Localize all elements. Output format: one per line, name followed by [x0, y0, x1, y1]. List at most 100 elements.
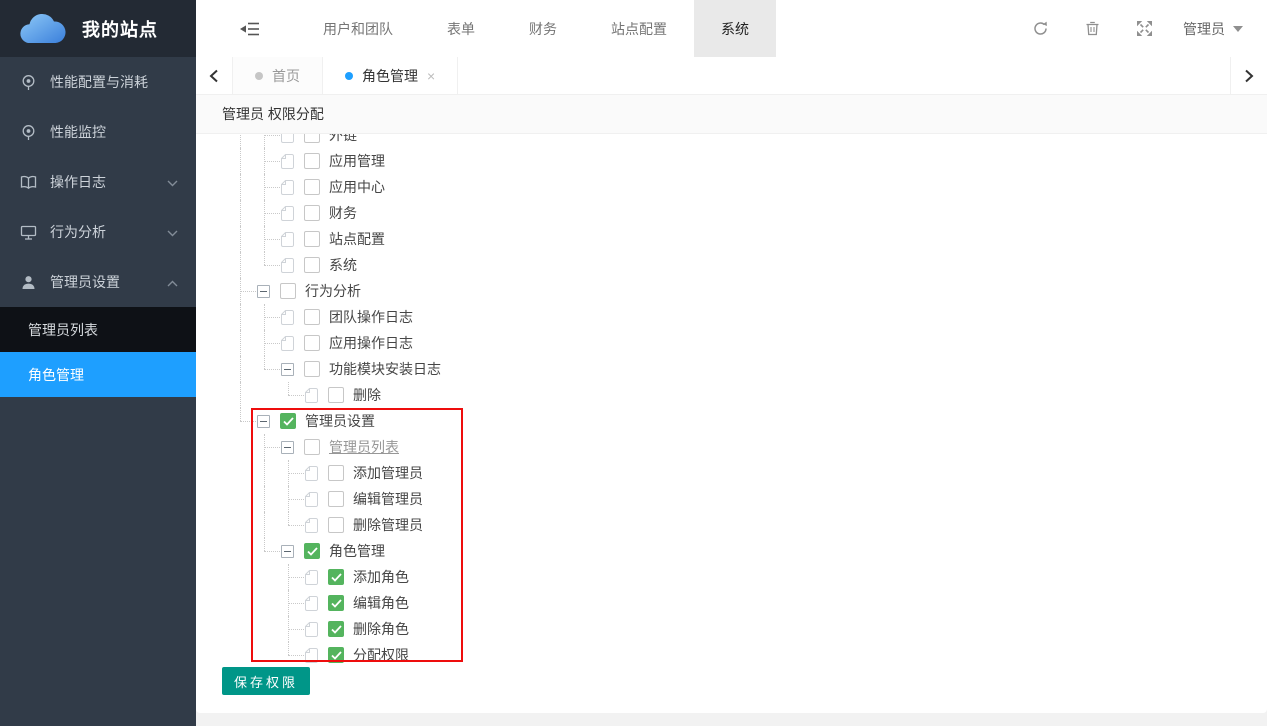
- tree-node-label[interactable]: 团队操作日志: [329, 307, 413, 327]
- tree-node-label[interactable]: 外链: [329, 134, 357, 145]
- tab-label: 角色管理: [362, 66, 418, 86]
- tree-checkbox[interactable]: [328, 517, 344, 533]
- tree-connector: [281, 382, 305, 408]
- tree-node-label[interactable]: 应用操作日志: [329, 333, 413, 353]
- tree-node-label[interactable]: 删除角色: [353, 619, 409, 639]
- tree-checkbox[interactable]: [304, 335, 320, 351]
- tree-node-label[interactable]: 功能模块安装日志: [329, 359, 441, 379]
- sidebar: 我的站点 性能配置与消耗性能监控操作日志行为分析管理员设置 管理员列表角色管理: [0, 0, 196, 726]
- tree-node-label[interactable]: 删除: [353, 385, 381, 405]
- tree-row: 行为分析: [233, 278, 441, 304]
- tree-checkbox[interactable]: [328, 491, 344, 507]
- tree-checkbox[interactable]: [304, 361, 320, 377]
- tree-node-label[interactable]: 系统: [329, 255, 357, 275]
- nav-item[interactable]: 站点配置: [584, 0, 694, 57]
- tree-node-label[interactable]: 行为分析: [305, 281, 361, 301]
- nav-item[interactable]: 表单: [420, 0, 502, 57]
- nav-item[interactable]: 系统: [694, 0, 776, 57]
- tab-scroll-right-icon[interactable]: [1230, 57, 1267, 94]
- sidebar-item[interactable]: 性能配置与消耗: [0, 57, 196, 107]
- sidebar-item[interactable]: 管理员设置: [0, 257, 196, 307]
- sidebar-subitem[interactable]: 管理员列表: [0, 307, 196, 352]
- file-icon: [281, 154, 294, 169]
- tree-checkbox[interactable]: [304, 179, 320, 195]
- tree-node-label[interactable]: 管理员设置: [305, 411, 375, 431]
- tree-checkbox[interactable]: [280, 413, 296, 429]
- sidebar-item-label: 行为分析: [50, 222, 167, 242]
- collapse-toggle-icon[interactable]: [281, 545, 294, 558]
- chevron-down-icon: [167, 224, 178, 240]
- user-dropdown[interactable]: 管理员: [1183, 19, 1243, 39]
- tree-checkbox[interactable]: [328, 647, 344, 663]
- page-title-bar: 管理员 权限分配: [196, 95, 1267, 134]
- tree-connector: [233, 408, 257, 434]
- collapse-toggle-icon[interactable]: [281, 363, 294, 376]
- tree-node-label[interactable]: 编辑管理员: [353, 489, 423, 509]
- tree-checkbox[interactable]: [280, 283, 296, 299]
- tree-checkbox[interactable]: [328, 569, 344, 585]
- tree-checkbox[interactable]: [304, 309, 320, 325]
- cloud-logo-icon: [16, 13, 66, 45]
- tree-node-label[interactable]: 分配权限: [353, 645, 409, 665]
- sidebar-subitem[interactable]: 角色管理: [0, 352, 196, 397]
- file-icon: [305, 466, 318, 481]
- collapse-toggle-icon[interactable]: [281, 441, 294, 454]
- tree-node-label[interactable]: 编辑角色: [353, 593, 409, 613]
- collapse-toggle-icon[interactable]: [257, 415, 270, 428]
- tree-node-label[interactable]: 添加管理员: [353, 463, 423, 483]
- tab-active[interactable]: 角色管理 ×: [323, 57, 458, 94]
- tree-node-label[interactable]: 财务: [329, 203, 357, 223]
- sidebar-item[interactable]: 操作日志: [0, 157, 196, 207]
- sidebar-item[interactable]: 行为分析: [0, 207, 196, 257]
- tree-row: 系统: [233, 252, 441, 278]
- trash-icon[interactable]: [1084, 20, 1101, 37]
- tree-node-label[interactable]: 角色管理: [329, 541, 385, 561]
- nav-item[interactable]: 用户和团队: [296, 0, 420, 57]
- tree-node-label[interactable]: 应用管理: [329, 151, 385, 171]
- collapse-sidebar-icon[interactable]: [240, 21, 260, 37]
- file-icon: [305, 648, 318, 663]
- nav-item[interactable]: 财务: [502, 0, 584, 57]
- file-icon: [281, 232, 294, 247]
- tree-node-label[interactable]: 管理员列表: [329, 437, 399, 457]
- tree-checkbox[interactable]: [304, 543, 320, 559]
- content-panel: 外链应用管理应用中心财务站点配置系统行为分析团队操作日志应用操作日志功能模块安装…: [196, 134, 1267, 713]
- file-icon: [281, 180, 294, 195]
- tree-checkbox[interactable]: [304, 231, 320, 247]
- tree-checkbox[interactable]: [304, 153, 320, 169]
- fullscreen-icon[interactable]: [1136, 20, 1153, 37]
- tree-connector: [233, 278, 257, 304]
- tree-row: 外链: [233, 134, 441, 148]
- tree-connector: [257, 538, 281, 564]
- tree-checkbox[interactable]: [304, 257, 320, 273]
- tree-checkbox[interactable]: [304, 439, 320, 455]
- save-permissions-button[interactable]: 保存权限: [222, 667, 310, 695]
- tree-checkbox[interactable]: [304, 134, 320, 143]
- collapse-toggle-icon[interactable]: [257, 285, 270, 298]
- refresh-icon[interactable]: [1032, 20, 1049, 37]
- tab-label: 首页: [272, 66, 300, 86]
- tree-connector: [281, 564, 305, 590]
- tree-connector: [257, 512, 281, 538]
- tree-row: 管理员列表: [233, 434, 441, 460]
- tree-checkbox[interactable]: [328, 387, 344, 403]
- tree-connector: [257, 564, 281, 590]
- tree-checkbox[interactable]: [328, 621, 344, 637]
- tree-connector: [257, 382, 281, 408]
- app-logo[interactable]: 我的站点: [0, 0, 196, 57]
- tree-checkbox[interactable]: [328, 595, 344, 611]
- tab-item[interactable]: 首页: [233, 57, 323, 94]
- sidebar-item-label: 性能监控: [50, 122, 178, 142]
- tree-node-label[interactable]: 删除管理员: [353, 515, 423, 535]
- tree-checkbox[interactable]: [328, 465, 344, 481]
- tree-connector: [233, 226, 257, 252]
- file-icon: [305, 570, 318, 585]
- tree-checkbox[interactable]: [304, 205, 320, 221]
- tab-close-icon[interactable]: ×: [427, 69, 435, 83]
- sidebar-item[interactable]: 性能监控: [0, 107, 196, 157]
- tab-scroll-left-icon[interactable]: [196, 57, 233, 94]
- tree-node-label[interactable]: 站点配置: [329, 229, 385, 249]
- tree-node-label[interactable]: 添加角色: [353, 567, 409, 587]
- tree-row: 删除角色: [233, 616, 441, 642]
- tree-node-label[interactable]: 应用中心: [329, 177, 385, 197]
